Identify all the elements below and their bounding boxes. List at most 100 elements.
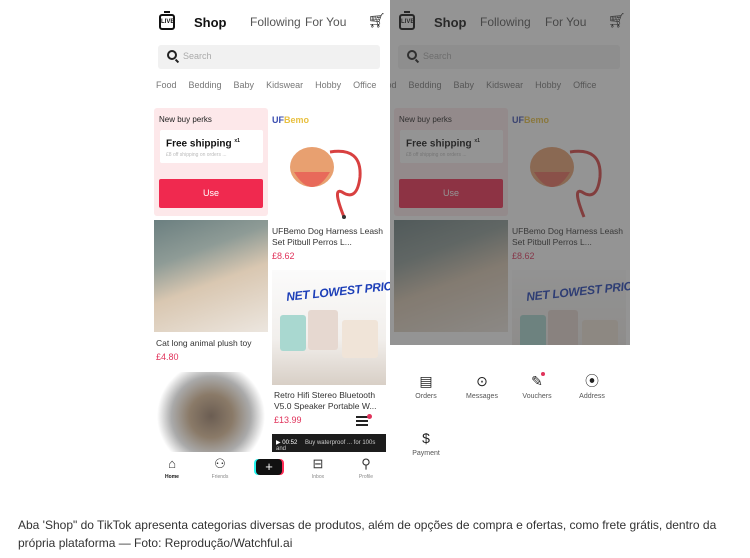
product-price: £8.62 xyxy=(512,251,535,261)
messages-icon: ⊙ xyxy=(476,373,488,389)
promo-banner: NET LOWEST PRICE xyxy=(525,278,630,304)
category-food: Food xyxy=(390,80,397,90)
product-info: UFBemo Dog Harness Leash Set Pitbull Per… xyxy=(272,226,386,261)
category-office: Office xyxy=(573,80,597,90)
coupon-title: Free shipping x1 xyxy=(406,138,480,150)
promo-banner: NET LOWEST PRICE xyxy=(285,278,390,304)
inbox-icon: ⊟ xyxy=(312,456,324,471)
coupon-title: Free shipping x1 xyxy=(166,138,240,150)
bottom-nav: ⌂ Home ⚇ Friends + ⊟ Inbox ⚲ Profile xyxy=(150,452,390,490)
product-price: £8.62 xyxy=(272,251,295,261)
action-vouchers[interactable]: ✎ Vouchers xyxy=(507,372,567,400)
use-button[interactable]: Use xyxy=(159,179,263,208)
category-food[interactable]: Food xyxy=(156,80,177,94)
category-kidswear: Kidswear xyxy=(486,80,524,90)
plush-image xyxy=(154,220,268,332)
tab-for-you: For You xyxy=(545,15,587,29)
tab-shop[interactable]: Shop xyxy=(194,15,227,30)
plus-icon: + xyxy=(265,459,273,474)
product-name: UFBemo Dog Harness Leash Set Pitbull Per… xyxy=(512,226,624,247)
perks-card: New buy perks Free shipping x1 £8 off sh… xyxy=(394,108,508,216)
nav-home[interactable]: ⌂ Home xyxy=(152,456,192,480)
brand-logo: UFBemo xyxy=(272,115,310,125)
home-icon: ⌂ xyxy=(168,456,176,471)
nav-friends[interactable]: ⚇ Friends xyxy=(200,456,240,480)
perks-title: New buy perks xyxy=(159,115,212,124)
product-card-speaker: NET LOWEST PRICE xyxy=(512,270,630,345)
free-shipping-coupon: Free shipping x1 £8 off shipping on orde… xyxy=(400,130,503,163)
plush-image xyxy=(394,220,508,332)
coupon-subtitle: £8 off shipping on orders ... xyxy=(166,152,227,158)
category-office[interactable]: Office xyxy=(353,80,376,94)
shop-actions-sheet: ▤ Orders ⊙ Messages ✎ Vouchers ⦿ Address… xyxy=(390,345,630,490)
coupon-subtitle: £8 off shipping on orders ... xyxy=(406,152,467,158)
category-bedding: Bedding xyxy=(408,80,442,90)
category-hobby: Hobby xyxy=(535,80,562,90)
search-placeholder: Search xyxy=(423,51,452,61)
speaker-image: NET LOWEST PRICE xyxy=(512,270,630,345)
product-name: UFBemo Dog Harness Leash Set Pitbull Per… xyxy=(272,226,384,247)
live-icon[interactable]: LIVE xyxy=(159,11,175,30)
nav-profile[interactable]: ⚲ Profile xyxy=(346,456,386,480)
tab-shop: Shop xyxy=(434,15,467,30)
category-baby[interactable]: Baby xyxy=(234,80,255,94)
product-card-harness[interactable]: UFBemo UFBemo Dog Harness Leash Set Pitb… xyxy=(272,108,386,270)
live-icon: LIVE xyxy=(399,11,415,30)
search-input[interactable]: Search xyxy=(158,45,380,69)
top-bar: LIVE Shop Following For You 🛒︎ xyxy=(150,8,390,36)
phone-screen-shop-dimmed: LIVE Shop Following For You 🛒︎ Search Fo… xyxy=(390,0,630,345)
speaker-image: NET LOWEST PRICE xyxy=(272,270,390,385)
notification-dot xyxy=(367,414,372,419)
harness-image xyxy=(290,147,362,219)
action-messages[interactable]: ⊙ Messages xyxy=(452,372,512,400)
friends-icon: ⚇ xyxy=(214,456,226,471)
search-input: Search xyxy=(398,45,620,69)
menu-icon[interactable] xyxy=(352,414,372,434)
orders-icon: ▤ xyxy=(419,373,433,389)
cart-icon[interactable]: 🛒︎ xyxy=(368,12,386,29)
product-card-harness: UFBemo UFBemo Dog Harness Leash Set Pitb… xyxy=(512,108,626,270)
notification-dot xyxy=(541,372,545,376)
vouchers-icon: ✎ xyxy=(531,373,543,389)
category-bar: Food Bedding Baby Kidswear Hobby Office xyxy=(390,80,616,94)
product-name: Cat long animal plush toy xyxy=(156,338,252,348)
free-shipping-coupon[interactable]: Free shipping x1 £8 off shipping on orde… xyxy=(160,130,263,163)
category-bar: Food Bedding Baby Kidswear Hobby Office xyxy=(156,80,390,94)
category-bedding[interactable]: Bedding xyxy=(189,80,222,94)
category-hobby[interactable]: Hobby xyxy=(315,80,341,94)
tab-following: Following xyxy=(480,15,531,29)
use-button: Use xyxy=(399,179,503,208)
photo-caption: Aba 'Shop" do TikTok apresenta categoria… xyxy=(18,518,717,550)
product-card-plush xyxy=(394,220,508,345)
category-baby: Baby xyxy=(453,80,475,90)
address-icon: ⦿ xyxy=(585,373,599,389)
product-card-speaker[interactable]: NET LOWEST PRICE Retro Hifi Stereo Bluet… xyxy=(272,270,390,430)
profile-icon: ⚲ xyxy=(361,456,371,471)
video-preview-bar[interactable]: ▶ 00:52 Buy waterproof ... for 100s and xyxy=(272,434,386,452)
search-placeholder: Search xyxy=(183,51,212,61)
action-payment[interactable]: $ Payment xyxy=(396,429,456,457)
harness-image xyxy=(530,147,602,218)
create-button[interactable]: + xyxy=(256,459,282,475)
earbuds-image xyxy=(154,372,268,452)
product-name: Retro Hifi Stereo Bluetooth V5.0 Speaker… xyxy=(274,390,377,411)
tab-for-you[interactable]: For You xyxy=(305,15,346,29)
nav-inbox[interactable]: ⊟ Inbox xyxy=(298,456,338,480)
cart-icon: 🛒︎ xyxy=(608,12,626,28)
product-card-earbuds[interactable] xyxy=(154,372,268,452)
tab-following[interactable]: Following xyxy=(250,15,301,29)
brand-logo: UFBemo xyxy=(512,115,550,125)
product-price: £4.80 xyxy=(156,352,179,362)
category-kidswear[interactable]: Kidswear xyxy=(266,80,303,94)
product-info: UFBemo Dog Harness Leash Set Pitbull Per… xyxy=(512,226,626,261)
phone-screen-shop: LIVE Shop Following For You 🛒︎ Search Fo… xyxy=(150,0,390,490)
search-icon xyxy=(407,50,417,60)
perks-card: New buy perks Free shipping x1 £8 off sh… xyxy=(154,108,268,216)
top-bar: LIVE Shop Following For You 🛒︎ xyxy=(390,8,630,36)
product-info: Cat long animal plush toy £4.80 xyxy=(156,338,251,362)
product-card-plush[interactable]: Cat long animal plush toy £4.80 xyxy=(154,220,268,368)
search-icon xyxy=(167,50,177,60)
action-orders[interactable]: ▤ Orders xyxy=(396,372,456,400)
payment-icon: $ xyxy=(422,430,430,446)
action-address[interactable]: ⦿ Address xyxy=(562,372,622,400)
